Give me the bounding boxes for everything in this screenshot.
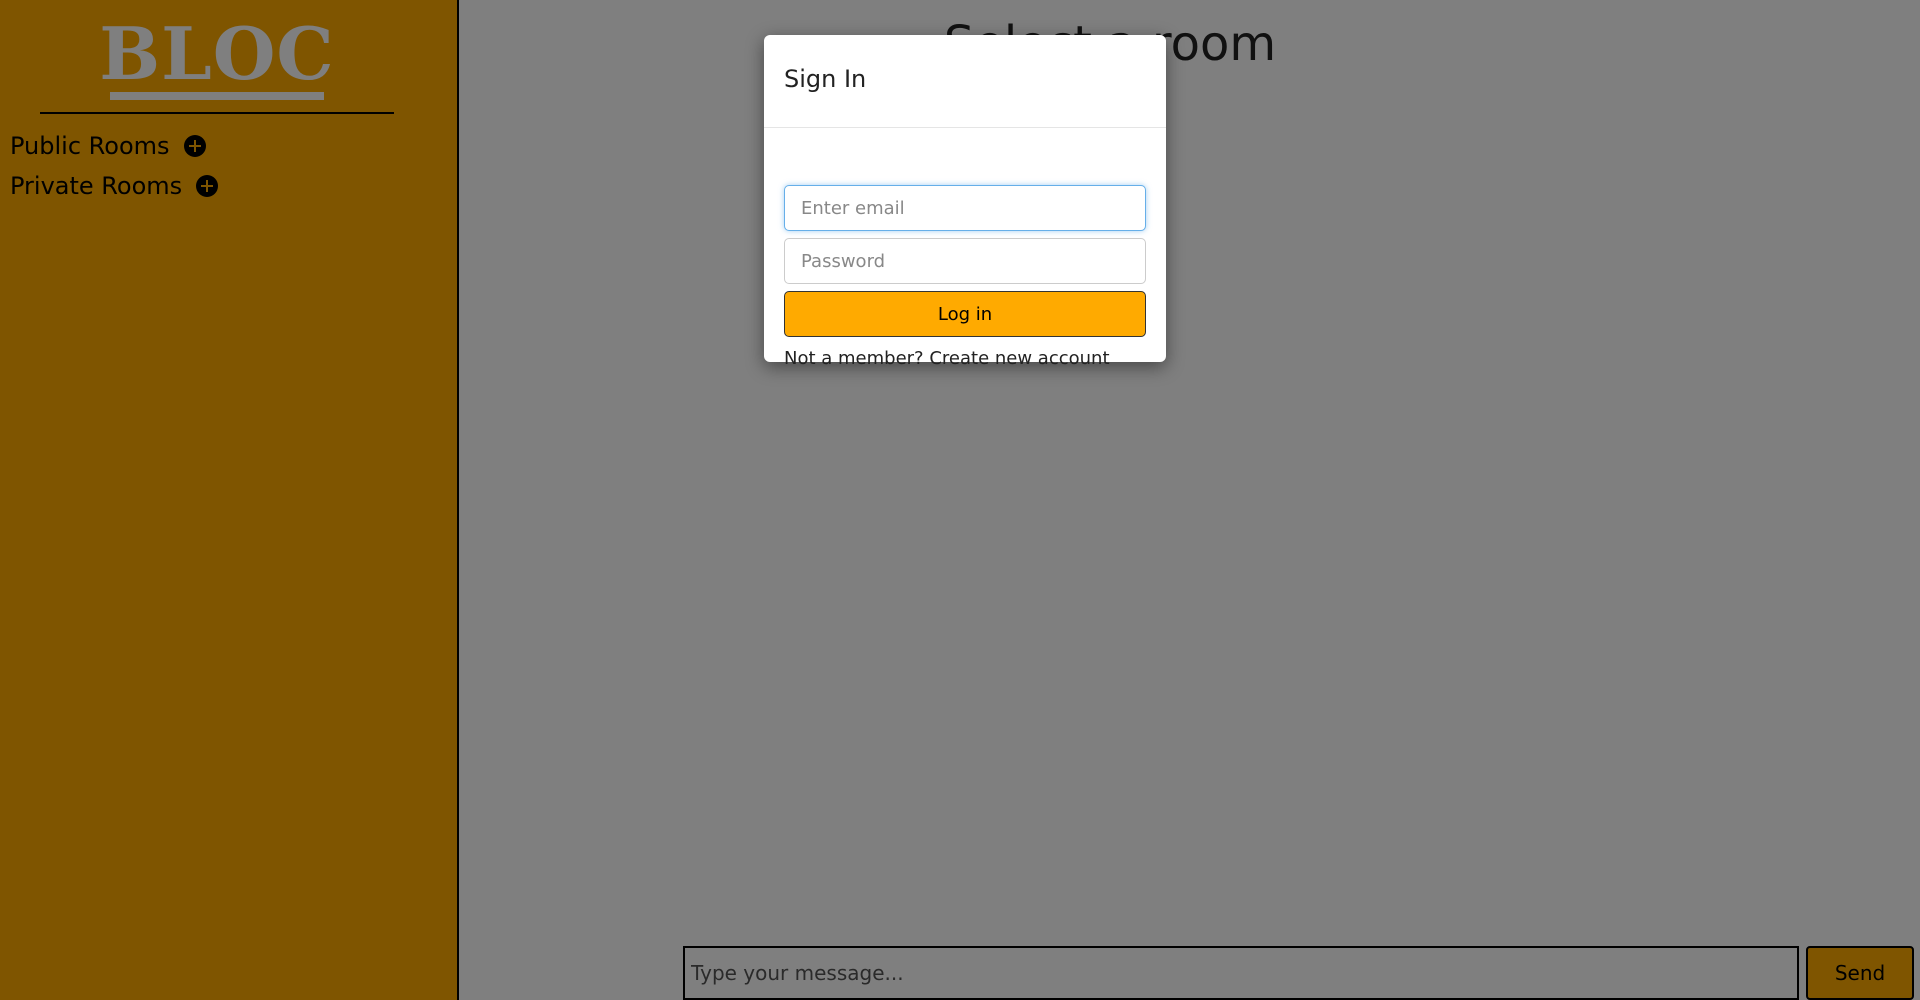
email-field[interactable] xyxy=(784,185,1146,231)
sign-in-modal: Sign In Log in Not a member? Create new … xyxy=(764,35,1166,369)
create-account-link[interactable]: Create new account xyxy=(929,348,1109,369)
signup-line: Not a member? Create new account xyxy=(784,348,1110,369)
login-button[interactable]: Log in xyxy=(784,291,1146,337)
modal-title: Sign In xyxy=(784,65,867,93)
password-field[interactable] xyxy=(784,238,1146,284)
app-root: BLOC Public Rooms Private Rooms Select a… xyxy=(0,0,1920,1000)
signup-prompt: Not a member? xyxy=(784,348,924,369)
modal-header: Sign In xyxy=(764,35,1166,128)
